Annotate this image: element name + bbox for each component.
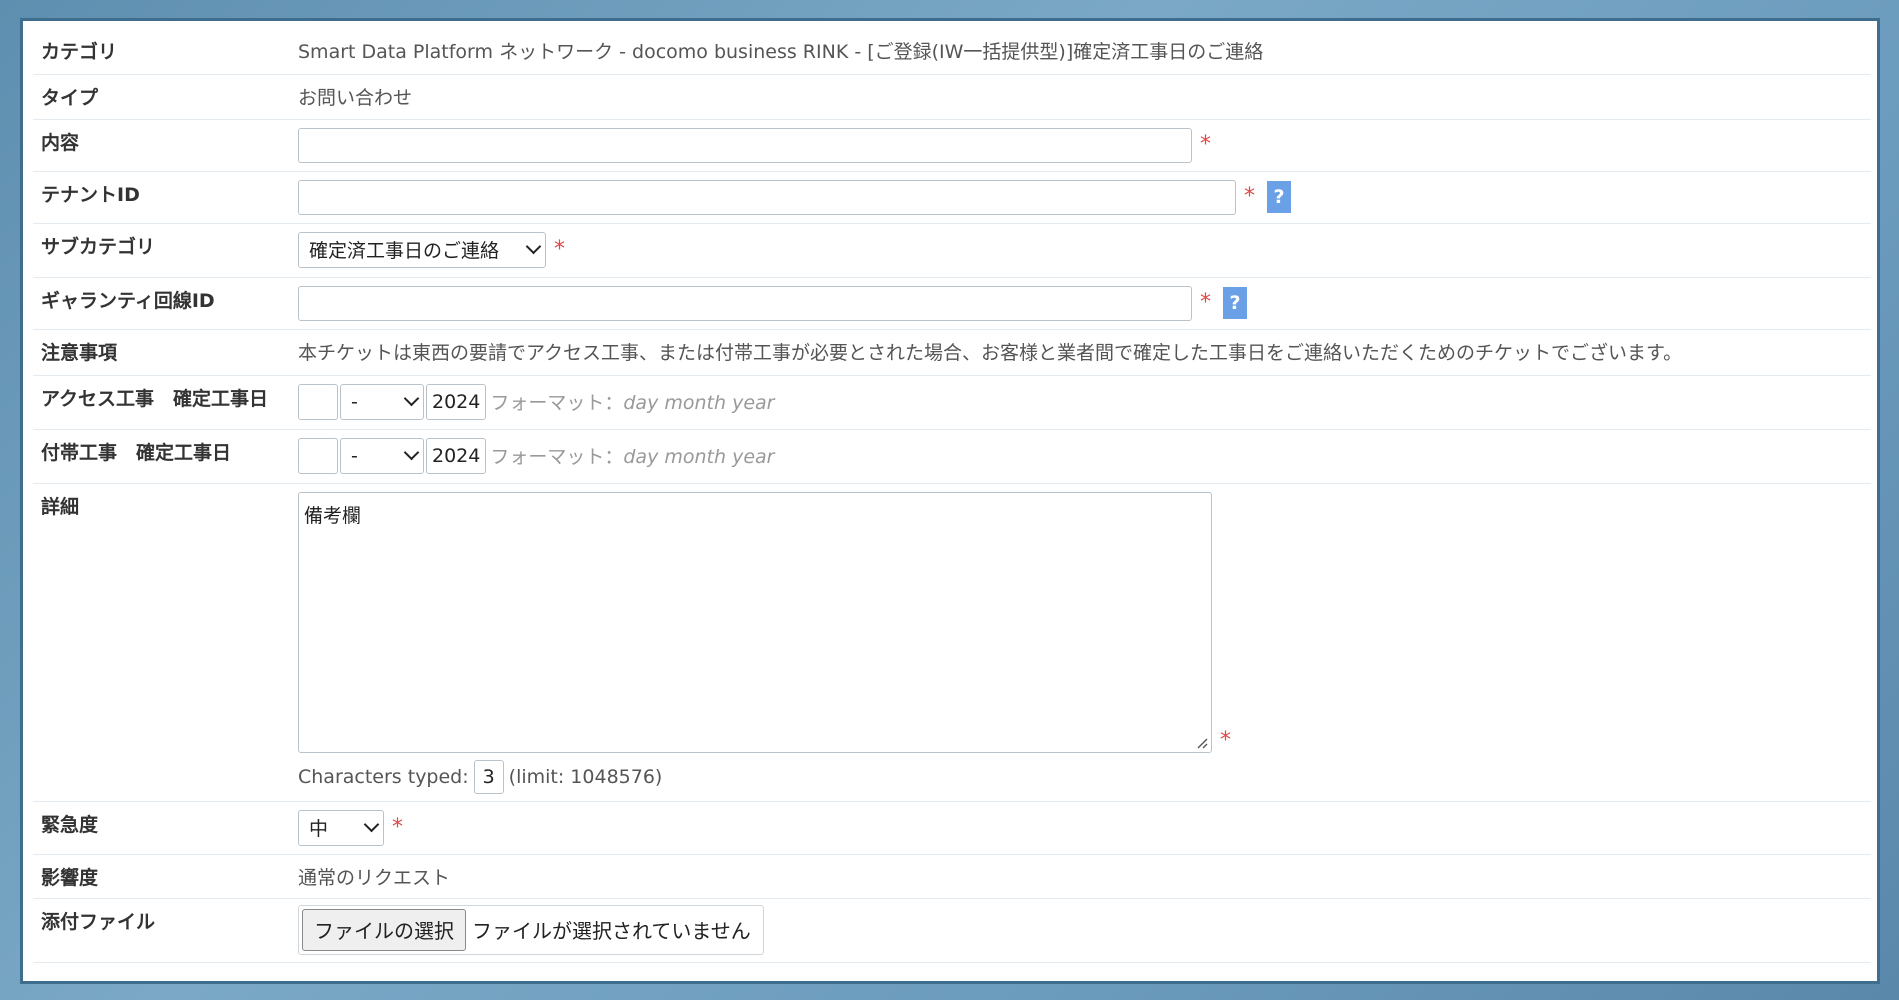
ancillary-year-input[interactable]: 2024: [426, 437, 487, 474]
urgency-select[interactable]: 中: [298, 809, 384, 846]
required-mark: *: [554, 236, 565, 262]
chevron-down-icon: [403, 390, 420, 407]
label-attachment: 添付ファイル: [33, 898, 298, 963]
ancillary-month-select[interactable]: -: [340, 437, 424, 474]
required-mark: *: [392, 814, 403, 840]
value-notice: 本チケットは東西の要請でアクセス工事、または付帯工事が必要とされた場合、お客様と…: [298, 329, 1871, 376]
row-details: 詳細 備考欄 * Characters typed: 3 (limit: 104…: [33, 483, 1871, 802]
guarantee-id-input[interactable]: [298, 285, 1192, 321]
ancillary-month-selected: -: [351, 444, 358, 467]
label-impact: 影響度: [33, 854, 298, 899]
label-urgency: 緊急度: [33, 801, 298, 855]
access-year-input[interactable]: 2024: [426, 383, 487, 420]
content-input[interactable]: [298, 127, 1192, 163]
label-tenant-id: テナントID: [33, 171, 298, 224]
required-mark: *: [1200, 132, 1211, 157]
label-guarantee-id: ギャランティ回線ID: [33, 277, 298, 330]
value-impact: 通常のリクエスト: [298, 854, 1871, 899]
row-urgency: 緊急度 中 *: [33, 801, 1871, 855]
label-subcategory: サブカテゴリ: [33, 223, 298, 278]
subcategory-selected: 確定済工事日のご連絡: [309, 240, 500, 262]
label-access-date: アクセス工事 確定工事日: [33, 375, 298, 430]
row-access-date: アクセス工事 確定工事日 - 2024 フォーマット：day month yea…: [33, 375, 1871, 430]
label-notice: 注意事項: [33, 329, 298, 376]
value-type: お問い合わせ: [298, 74, 1871, 120]
label-type: タイプ: [33, 74, 298, 120]
file-upload[interactable]: ファイルの選択 ファイルが選択されていません: [298, 904, 764, 955]
chars-typed-count: 3: [473, 759, 504, 794]
row-type: タイプ お問い合わせ: [33, 74, 1871, 120]
access-date-format-hint: フォーマット：day month year: [490, 392, 775, 414]
label-category: カテゴリ: [33, 29, 298, 75]
chevron-down-icon: [403, 444, 420, 461]
guarantee-id-help-icon[interactable]: ?: [1223, 287, 1247, 319]
chars-limit: (limit: 1048576): [508, 765, 663, 788]
row-guarantee-id: ギャランティ回線ID * ?: [33, 277, 1871, 330]
label-ancillary-date: 付帯工事 確定工事日: [33, 429, 298, 484]
chevron-down-icon: [363, 816, 380, 833]
details-text: 備考欄: [304, 504, 362, 527]
required-mark: *: [1200, 290, 1211, 315]
row-notice: 注意事項 本チケットは東西の要請でアクセス工事、または付帯工事が必要とされた場合…: [33, 329, 1871, 376]
choose-file-button[interactable]: ファイルの選択: [302, 908, 466, 951]
required-mark: *: [1220, 727, 1231, 753]
resize-grip-icon[interactable]: [1196, 737, 1208, 749]
row-ancillary-date: 付帯工事 確定工事日 - 2024 フォーマット：day month year: [33, 429, 1871, 484]
access-month-select[interactable]: -: [340, 383, 424, 420]
label-content: 内容: [33, 119, 298, 172]
character-counter: Characters typed: 3 (limit: 1048576): [298, 759, 1871, 794]
row-impact: 影響度 通常のリクエスト: [33, 854, 1871, 899]
details-textarea[interactable]: 備考欄: [298, 491, 1212, 753]
tenant-id-help-icon[interactable]: ?: [1267, 181, 1291, 213]
required-mark: *: [1244, 184, 1255, 209]
urgency-selected: 中: [309, 818, 329, 840]
ancillary-day-input[interactable]: [298, 437, 338, 474]
subcategory-select[interactable]: 確定済工事日のご連絡: [298, 231, 546, 268]
access-month-selected: -: [351, 390, 358, 413]
ancillary-date-format-hint: フォーマット：day month year: [490, 446, 775, 468]
row-subcategory: サブカテゴリ 確定済工事日のご連絡 *: [33, 223, 1871, 278]
row-content: 内容 *: [33, 119, 1871, 172]
tenant-id-input[interactable]: [298, 179, 1236, 215]
ticket-form: カテゴリ Smart Data Platform ネットワーク - docomo…: [33, 29, 1871, 963]
access-day-input[interactable]: [298, 383, 338, 420]
value-category: Smart Data Platform ネットワーク - docomo busi…: [298, 29, 1871, 75]
row-category: カテゴリ Smart Data Platform ネットワーク - docomo…: [33, 29, 1871, 75]
label-details: 詳細: [33, 483, 298, 802]
row-tenant-id: テナントID * ?: [33, 171, 1871, 224]
chars-typed-label: Characters typed:: [298, 765, 469, 788]
ticket-form-panel: カテゴリ Smart Data Platform ネットワーク - docomo…: [20, 18, 1880, 984]
no-file-selected-text: ファイルが選択されていません: [472, 919, 751, 943]
chevron-down-icon: [525, 238, 542, 255]
row-attachment: 添付ファイル ファイルの選択 ファイルが選択されていません: [33, 898, 1871, 963]
